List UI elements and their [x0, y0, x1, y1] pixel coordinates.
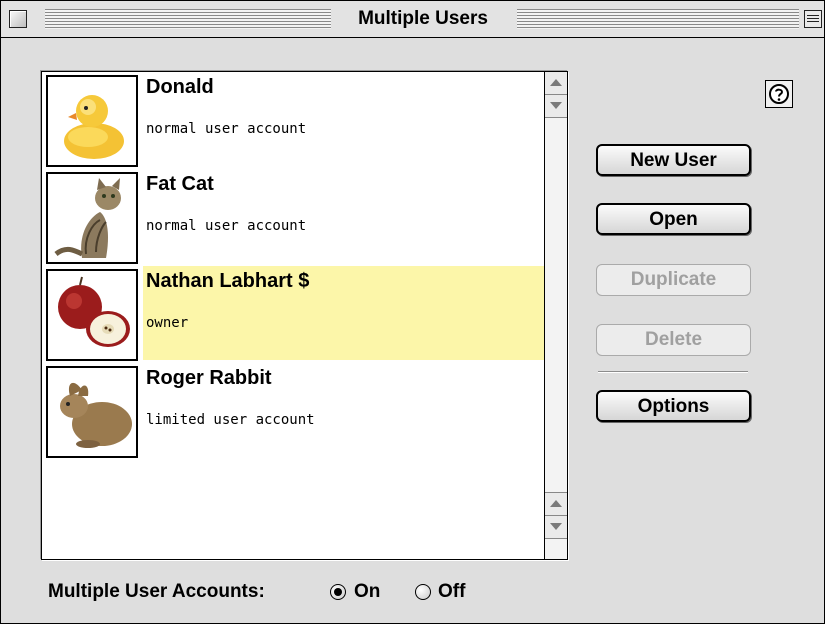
user-row-donald[interactable]: Donald normal user account	[42, 72, 544, 167]
rabbit-picture	[46, 366, 138, 458]
scroll-down-arrow-icon[interactable]	[545, 515, 567, 539]
user-account-type: normal user account	[146, 218, 307, 234]
new-user-button[interactable]: New User	[596, 144, 751, 176]
user-name: Nathan Labhart $	[146, 270, 310, 292]
user-row-fat-cat[interactable]: Fat Cat normal user account	[42, 169, 544, 264]
options-button[interactable]: Options	[596, 390, 751, 422]
radio-on-label[interactable]: On	[354, 581, 380, 603]
user-row-roger-rabbit[interactable]: Roger Rabbit limited user account	[42, 363, 544, 458]
open-button[interactable]: Open	[596, 203, 751, 235]
help-button[interactable]	[765, 80, 793, 108]
tabby-cat-picture	[46, 172, 138, 264]
button-separator	[598, 371, 748, 372]
question-mark-icon	[769, 84, 789, 104]
user-list-scrollbar[interactable]	[544, 72, 567, 559]
scroll-up-arrow-icon[interactable]	[545, 72, 567, 95]
multiple-user-accounts-label: Multiple User Accounts:	[48, 581, 265, 602]
user-list[interactable]: Donald normal user account Fat Cat norma…	[41, 71, 568, 560]
scroll-down-arrow-icon[interactable]	[545, 94, 567, 118]
radio-on[interactable]	[330, 584, 346, 600]
user-list-rows: Donald normal user account Fat Cat norma…	[42, 72, 544, 559]
radio-off-label[interactable]: Off	[438, 581, 465, 603]
delete-button[interactable]: Delete	[596, 324, 751, 356]
user-account-type: owner	[146, 315, 189, 331]
user-row-nathan-labhart[interactable]: Nathan Labhart $ owner	[42, 266, 544, 361]
scroll-up-arrow-icon[interactable]	[545, 492, 567, 516]
user-account-type: normal user account	[146, 121, 307, 137]
user-account-type: limited user account	[146, 412, 315, 428]
title-bar[interactable]: Multiple Users	[1, 1, 824, 38]
window-title: Multiple Users	[358, 8, 488, 29]
rubber-duck-picture	[46, 75, 138, 167]
user-name: Roger Rabbit	[146, 367, 272, 389]
apple-picture	[46, 269, 138, 361]
duplicate-button[interactable]: Duplicate	[596, 264, 751, 296]
user-name: Fat Cat	[146, 173, 214, 195]
multiple-users-window: Multiple Users Donald normal user accoun…	[0, 0, 825, 624]
user-name: Donald	[146, 76, 214, 98]
radio-off[interactable]	[415, 584, 431, 600]
title-bar-stripes	[45, 9, 331, 29]
title-bar-stripes	[517, 9, 799, 29]
windowshade-box-button[interactable]	[804, 10, 822, 28]
close-box-button[interactable]	[9, 10, 27, 28]
